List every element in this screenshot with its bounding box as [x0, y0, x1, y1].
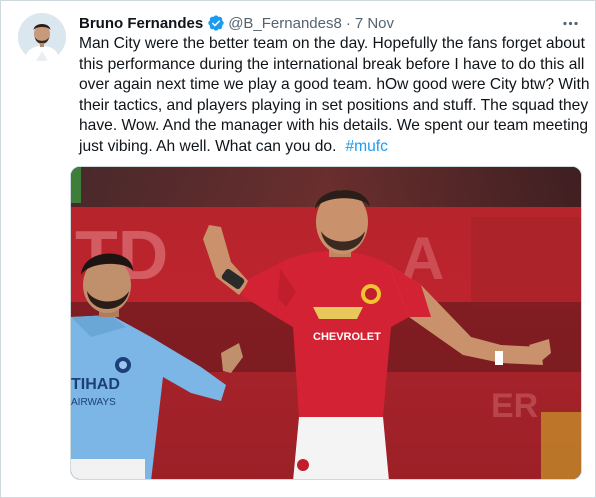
tweet-card[interactable]: Bruno Fernandes @B_Fernandes8 · 7 Nov Ma…	[0, 0, 596, 498]
football-match-photo-icon: TD A ER CHEVROLET TIHAD AIRWAYS	[71, 167, 581, 479]
tweet-text-line: their tactics, and players playing in se…	[79, 96, 589, 114]
tweet-text-line: have. Wow. And the manager with his deta…	[79, 117, 589, 134]
avatar[interactable]	[18, 13, 66, 61]
author-handle[interactable]: @B_Fernandes8	[228, 15, 342, 32]
sponsor-text: CHEVROLET	[313, 331, 381, 343]
profile-photo-icon	[18, 13, 66, 61]
tweet-date[interactable]: 7 Nov	[355, 15, 394, 32]
tweet-text-last-line: just vibing. Ah well. What can you do. #m…	[79, 137, 589, 158]
svg-text:ER: ER	[491, 387, 538, 425]
tweet-text-line: just vibing. Ah well. What can you do.	[79, 137, 337, 155]
tweet-text-line: Man City were the better team on the day…	[79, 35, 585, 52]
tweet-text-line: this performance during the internationa…	[79, 55, 585, 73]
city-shirt-text: TIHAD	[71, 376, 120, 393]
hashtag-link[interactable]: #mufc	[345, 138, 387, 155]
author-name[interactable]: Bruno Fernandes	[79, 15, 203, 32]
tweet-header: Bruno Fernandes @B_Fernandes8 · 7 Nov	[79, 13, 581, 33]
city-shirt-text: AIRWAYS	[71, 397, 116, 408]
tweet-photo[interactable]: TD A ER CHEVROLET TIHAD AIRWAYS	[70, 166, 582, 480]
more-horizontal-icon[interactable]	[559, 13, 581, 33]
verified-badge-icon	[207, 14, 225, 32]
tweet-text-line: over again next time we play a good team…	[79, 76, 590, 93]
separator-dot: ·	[345, 14, 351, 32]
tweet-text: Man City were the better team on the day…	[79, 34, 590, 158]
